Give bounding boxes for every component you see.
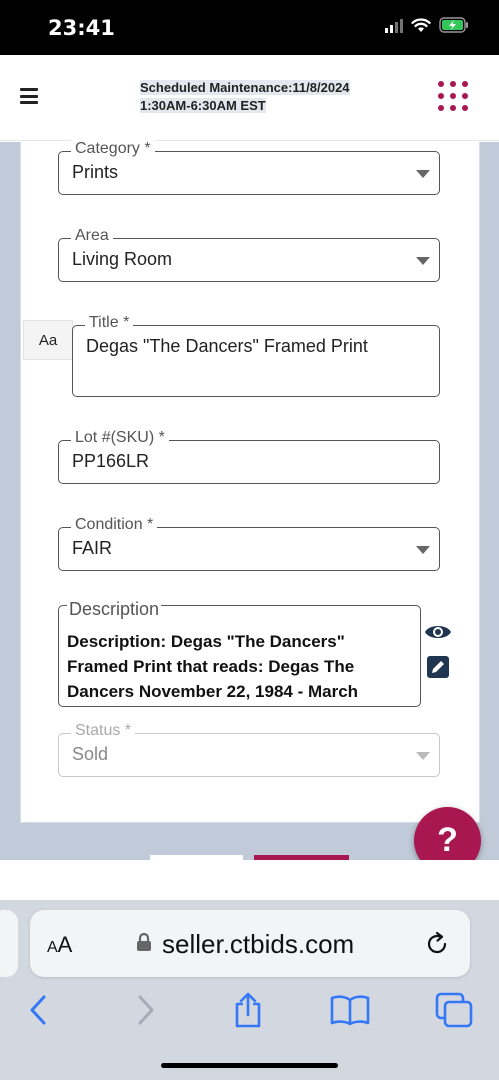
title-value: Degas "The Dancers" Framed Print (86, 336, 368, 356)
area-value: Living Room (72, 249, 173, 269)
chevron-left-icon (30, 995, 46, 1025)
title-input[interactable]: Title * Degas "The Dancers" Framed Print (72, 313, 440, 397)
condition-label: Condition * (71, 515, 158, 535)
share-button[interactable] (228, 990, 268, 1030)
browser-nav-row (0, 990, 499, 1030)
description-field[interactable]: Description Description: Degas "The Danc… (58, 599, 421, 707)
chevron-right-icon (138, 995, 154, 1025)
status-icons (385, 17, 469, 33)
description-label: Description (67, 599, 162, 619)
status-dropdown-icon (416, 752, 430, 760)
hamburger-menu-icon[interactable] (20, 88, 38, 104)
page-settings-small-a: A (47, 939, 58, 956)
category-label: Category * (71, 139, 155, 159)
bookmarks-button[interactable] (330, 990, 370, 1030)
browser-gap (0, 860, 499, 900)
eye-icon[interactable] (424, 622, 452, 642)
maintenance-notice: Scheduled Maintenance:11/8/2024 1:30AM-6… (140, 79, 350, 115)
back-button[interactable] (18, 990, 58, 1030)
area-select[interactable]: Area Living Room (58, 226, 440, 282)
status-bar: 23:41 (0, 0, 499, 55)
lot-sku-value: PP166LR (72, 451, 150, 471)
status-select: Status * Sold (58, 721, 440, 777)
tabs-icon (435, 992, 473, 1028)
maintenance-notice-line2: 1:30AM-6:30AM EST (140, 98, 266, 113)
app-header: Scheduled Maintenance:11/8/2024 1:30AM-6… (0, 55, 499, 141)
category-value: Prints (72, 162, 119, 182)
category-select[interactable]: Category * Prints (58, 139, 440, 195)
area-label: Area (71, 226, 113, 246)
reload-icon[interactable] (424, 931, 450, 957)
page-settings-button[interactable]: AA (47, 932, 72, 958)
text-format-button[interactable]: Aa (23, 320, 73, 360)
status-value: Sold (72, 744, 109, 764)
condition-select[interactable]: Condition * FAIR (58, 515, 440, 571)
forward-button[interactable] (126, 990, 166, 1030)
lot-sku-label: Lot #(SKU) * (71, 428, 169, 448)
maintenance-notice-line1: Scheduled Maintenance:11/8/2024 (140, 80, 350, 95)
status-label: Status * (71, 721, 136, 741)
status-time: 23:41 (48, 16, 115, 40)
lot-sku-input[interactable]: Lot #(SKU) * PP166LR (58, 428, 440, 484)
book-icon (330, 995, 370, 1026)
url-text: seller.ctbids.com (162, 929, 355, 959)
lock-icon (137, 932, 151, 951)
edit-icon[interactable] (427, 656, 449, 678)
home-indicator (161, 1063, 338, 1068)
address-bar[interactable]: AA seller.ctbids.com (30, 910, 470, 977)
tabs-button[interactable] (434, 990, 474, 1030)
share-icon (235, 992, 261, 1028)
condition-dropdown-icon (416, 546, 430, 554)
battery-charging-icon (439, 17, 468, 33)
previous-tab-peek[interactable] (0, 910, 18, 977)
apps-grid-icon[interactable] (438, 81, 470, 113)
description-value: Description: Degas "The Dancers" Framed … (67, 632, 359, 701)
category-dropdown-icon (416, 170, 430, 178)
area-dropdown-icon (416, 257, 430, 265)
title-label: Title * (85, 313, 134, 333)
condition-value: FAIR (72, 538, 113, 558)
wifi-icon (411, 18, 431, 32)
cellular-signal-icon (385, 17, 403, 33)
page-settings-big-a: A (57, 932, 73, 957)
